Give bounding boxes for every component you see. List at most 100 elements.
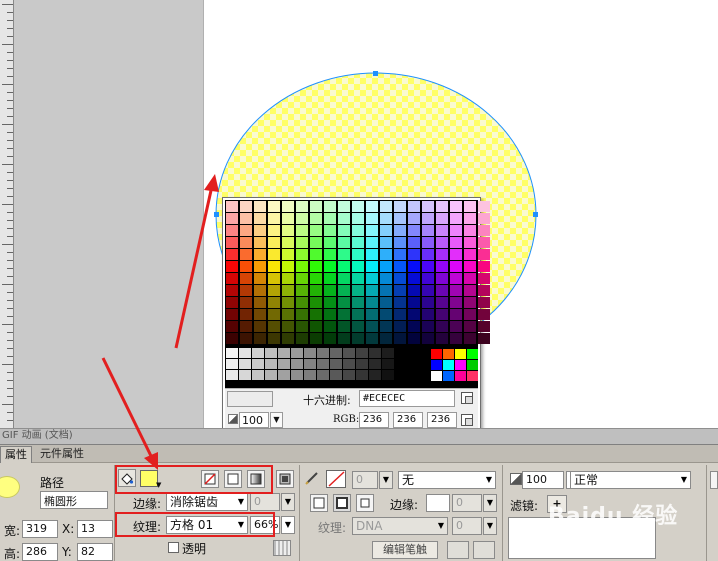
color-swatch[interactable] xyxy=(268,237,280,248)
gray-swatch[interactable] xyxy=(304,348,316,358)
color-swatch[interactable] xyxy=(296,201,308,212)
blend-mode-dropdown[interactable]: 正常 ▼ xyxy=(570,471,691,489)
gray-swatch[interactable] xyxy=(330,348,342,358)
color-swatch[interactable] xyxy=(268,213,280,224)
color-swatch[interactable] xyxy=(394,285,406,296)
color-swatch[interactable] xyxy=(366,201,378,212)
color-swatch[interactable] xyxy=(422,261,434,272)
color-swatch[interactable] xyxy=(268,309,280,320)
gray-swatch[interactable] xyxy=(278,359,290,369)
fill-edge-dropdown[interactable]: 消除锯齿 ▼ xyxy=(166,493,248,511)
color-swatch[interactable] xyxy=(352,285,364,296)
color-swatch[interactable] xyxy=(422,273,434,284)
green-input[interactable]: 236 xyxy=(393,412,423,428)
gray-swatch[interactable] xyxy=(356,359,368,369)
fill-edge-amount[interactable]: 0 xyxy=(250,493,280,511)
color-swatch[interactable] xyxy=(282,297,294,308)
color-swatch[interactable] xyxy=(394,309,406,320)
stroke-texture-amount-dropdown[interactable]: ▼ xyxy=(483,517,497,535)
transparent-checkbox[interactable] xyxy=(168,542,179,553)
color-swatch[interactable] xyxy=(310,273,322,284)
gray-swatch[interactable] xyxy=(226,370,238,380)
color-swatch[interactable] xyxy=(240,249,252,260)
color-swatch[interactable] xyxy=(310,249,322,260)
opacity-input[interactable]: 100 xyxy=(239,412,269,428)
gray-swatch[interactable] xyxy=(369,370,381,380)
gray-swatch[interactable] xyxy=(239,370,251,380)
color-swatch[interactable] xyxy=(422,285,434,296)
layer-opacity-input[interactable]: 100 xyxy=(522,471,564,489)
color-swatch[interactable] xyxy=(450,237,462,248)
gray-swatch[interactable] xyxy=(291,370,303,380)
basic-swatch[interactable] xyxy=(455,349,466,359)
color-swatch[interactable] xyxy=(422,333,434,344)
color-swatch[interactable] xyxy=(226,237,238,248)
color-swatch[interactable] xyxy=(310,321,322,332)
color-swatch[interactable] xyxy=(268,273,280,284)
color-swatch[interactable] xyxy=(408,333,420,344)
color-swatch[interactable] xyxy=(352,237,364,248)
stroke-color-swatch[interactable] xyxy=(326,470,346,488)
color-swatch[interactable] xyxy=(226,309,238,320)
color-swatch[interactable] xyxy=(478,285,490,296)
color-swatch[interactable] xyxy=(310,285,322,296)
color-swatch[interactable] xyxy=(380,201,392,212)
color-swatch[interactable] xyxy=(436,249,448,260)
basic-swatch[interactable] xyxy=(431,371,442,381)
color-swatch[interactable] xyxy=(282,213,294,224)
color-swatch[interactable] xyxy=(324,201,336,212)
color-swatch[interactable] xyxy=(352,249,364,260)
gray-swatch[interactable] xyxy=(343,359,355,369)
y-input[interactable]: 82 xyxy=(77,543,113,561)
basic-swatch[interactable] xyxy=(467,371,478,381)
color-swatch[interactable] xyxy=(310,237,322,248)
color-swatch[interactable] xyxy=(268,201,280,212)
color-swatch[interactable] xyxy=(380,213,392,224)
color-swatch[interactable] xyxy=(408,225,420,236)
color-swatch[interactable] xyxy=(268,285,280,296)
color-swatch[interactable] xyxy=(296,273,308,284)
color-swatch[interactable] xyxy=(282,261,294,272)
color-swatch[interactable] xyxy=(324,297,336,308)
color-swatch[interactable] xyxy=(436,225,448,236)
color-swatch[interactable] xyxy=(464,249,476,260)
color-swatch[interactable] xyxy=(380,249,392,260)
color-swatch[interactable] xyxy=(394,237,406,248)
gray-swatch[interactable] xyxy=(343,348,355,358)
color-swatch[interactable] xyxy=(394,213,406,224)
stroke-width-dropdown[interactable]: ▼ xyxy=(379,471,393,489)
color-swatch[interactable] xyxy=(450,225,462,236)
gray-swatch[interactable] xyxy=(291,348,303,358)
color-swatch[interactable] xyxy=(450,273,462,284)
color-swatch[interactable] xyxy=(226,213,238,224)
color-swatch[interactable] xyxy=(380,321,392,332)
color-swatch[interactable] xyxy=(240,213,252,224)
color-swatch[interactable] xyxy=(282,225,294,236)
color-swatch[interactable] xyxy=(324,237,336,248)
color-swatch[interactable] xyxy=(282,333,294,344)
selection-handle-left[interactable] xyxy=(214,212,219,217)
color-swatch[interactable] xyxy=(478,201,490,212)
color-swatch[interactable] xyxy=(324,225,336,236)
gray-swatch[interactable] xyxy=(382,370,394,380)
color-swatch[interactable] xyxy=(310,225,322,236)
color-swatch[interactable] xyxy=(240,297,252,308)
color-swatch[interactable] xyxy=(408,273,420,284)
gray-swatch[interactable] xyxy=(252,370,264,380)
color-swatch[interactable] xyxy=(226,321,238,332)
selection-handle-right[interactable] xyxy=(533,212,538,217)
color-swatch[interactable] xyxy=(464,333,476,344)
color-swatch[interactable] xyxy=(324,285,336,296)
color-swatch[interactable] xyxy=(394,297,406,308)
color-swatch[interactable] xyxy=(324,261,336,272)
color-swatch[interactable] xyxy=(450,309,462,320)
color-swatch[interactable] xyxy=(436,273,448,284)
gray-swatch[interactable] xyxy=(252,348,264,358)
color-swatch[interactable] xyxy=(254,309,266,320)
gray-swatch[interactable] xyxy=(265,348,277,358)
tab-properties[interactable]: 属性 xyxy=(0,446,32,463)
color-swatch[interactable] xyxy=(240,333,252,344)
color-swatch[interactable] xyxy=(240,309,252,320)
color-swatch[interactable] xyxy=(436,213,448,224)
basic-swatch[interactable] xyxy=(467,360,478,370)
